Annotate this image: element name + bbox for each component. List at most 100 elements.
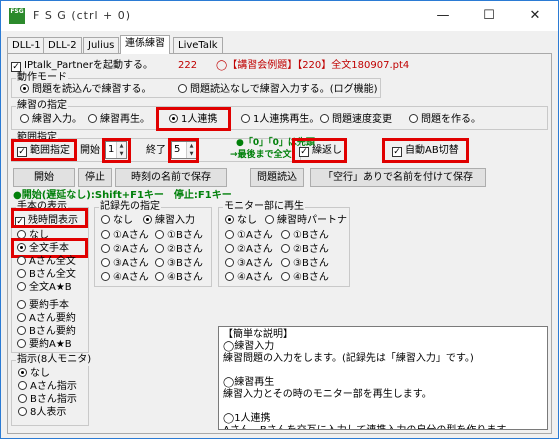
close-button[interactable]: ✕: [512, 1, 558, 31]
record-practice-label: 練習入力: [155, 215, 195, 226]
record-b4-radio[interactable]: ④Bさん: [155, 272, 203, 284]
mode-no-problem-label: 問題読込なしで練習入力する。(ログ機能): [190, 84, 378, 95]
record-a4-label: ④Aさん: [113, 272, 149, 283]
record-b2-radio[interactable]: ②Bさん: [155, 244, 203, 256]
record-a3-radio[interactable]: ③Aさん: [101, 258, 149, 270]
iptalk-partner-label: IPtalk_Partnerを起動する。: [24, 60, 153, 71]
manual-a-full-radio[interactable]: Aさん全文: [17, 256, 76, 268]
indicator-b-radio[interactable]: Bさん指示: [18, 394, 77, 406]
monitor-none-radio[interactable]: なし: [225, 215, 257, 227]
record-a1-radio[interactable]: ①Aさん: [101, 230, 149, 242]
practice-input-radio[interactable]: 練習入力。: [20, 114, 82, 126]
make-problem-radio[interactable]: 問題を作る。: [409, 114, 481, 126]
monitor-b1-label: ①Bさん: [293, 230, 329, 241]
monitor-none-label: なし: [237, 215, 257, 226]
manual-summary-ab-radio[interactable]: 要約A★B: [17, 339, 72, 351]
record-none-radio[interactable]: なし: [101, 215, 133, 227]
radio-dot: [101, 230, 110, 239]
radio-dot: [225, 272, 234, 281]
monitor-b4-radio[interactable]: ④Bさん: [281, 272, 329, 284]
range-start-stepper[interactable]: 1 ▲ ▼: [105, 141, 127, 159]
radio-dot: [17, 326, 26, 335]
repeat-label: 繰返し: [312, 145, 342, 156]
radio-dot: [155, 272, 164, 281]
monitor-a4-radio[interactable]: ④Aさん: [225, 272, 273, 284]
solo-link-radio[interactable]: 1人連携: [169, 114, 217, 126]
record-a2-radio[interactable]: ②Aさん: [101, 244, 149, 256]
manual-summary-radio[interactable]: 要約手本: [17, 300, 69, 312]
description-textbox[interactable]: 【簡単な説明】 ◯練習入力 練習問題の入力をします。(記録先は「練習入力」です。…: [218, 326, 548, 430]
range-checkbox[interactable]: ✓ 範囲指定: [17, 145, 70, 157]
radio-dot: [169, 114, 178, 123]
tab-julius[interactable]: Julius: [83, 37, 120, 53]
manual-full-ab-radio[interactable]: 全文A★B: [17, 282, 72, 294]
auto-ab-checkbox[interactable]: ✓ 自動AB切替: [392, 145, 459, 157]
radio-dot: [17, 256, 26, 265]
speed-change-radio[interactable]: 問題速度変更: [320, 114, 392, 126]
range-end-stepper[interactable]: 5 ▲ ▼: [171, 141, 197, 159]
repeat-checkbox[interactable]: ✓ 繰返し: [299, 145, 342, 157]
radio-dot: [225, 230, 234, 239]
monitor-b3-radio[interactable]: ③Bさん: [281, 258, 329, 270]
mode-load-problem-label: 問題を読込んで練習する。: [32, 84, 152, 95]
tab-dll-2[interactable]: DLL-2: [43, 37, 82, 53]
minimize-button[interactable]: —: [420, 1, 466, 31]
indicator-8-radio[interactable]: 8人表示: [18, 407, 66, 419]
manual-full-radio[interactable]: 全文手本: [17, 243, 69, 255]
indicator-a-radio[interactable]: Aさん指示: [18, 381, 77, 393]
manual-b-full-radio[interactable]: Bさん全文: [17, 269, 76, 281]
mode-load-problem-radio[interactable]: 問題を読込んで練習する。: [20, 84, 152, 96]
iptalk-partner-checkbox[interactable]: ✓ IPtalk_Partnerを起動する。: [11, 60, 153, 72]
monitor-b4-label: ④Bさん: [293, 272, 329, 283]
maximize-button[interactable]: ☐: [466, 1, 512, 31]
record-a2-label: ②Aさん: [113, 244, 149, 255]
record-practice-radio[interactable]: 練習入力: [143, 215, 195, 227]
checkbox-box: ✓: [299, 147, 309, 157]
monitor-a3-radio[interactable]: ③Aさん: [225, 258, 273, 270]
radio-dot: [225, 215, 234, 224]
practice-replay-radio[interactable]: 練習再生。: [88, 114, 150, 126]
monitor-partner-radio[interactable]: 練習時パートナ: [265, 215, 347, 227]
record-target-group: 記録先の指定 なし 練習入力 ①Aさん ①Bさん ②Aさん ②Bさん ③Aさん …: [94, 201, 212, 287]
load-problem-button[interactable]: 問題読込: [250, 168, 304, 187]
manual-group-title: 手本の表示: [16, 201, 68, 213]
indicator-none-radio[interactable]: なし: [18, 368, 50, 380]
monitor-b2-label: ②Bさん: [293, 244, 329, 255]
manual-b-summary-label: Bさん要約: [29, 326, 76, 337]
manual-none-radio[interactable]: なし: [17, 230, 49, 242]
solo-link-replay-radio[interactable]: 1人連携再生。: [241, 114, 319, 126]
app-window: FSG F S G (ctrl + 0) — ☐ ✕ DLL-1 DLL-2 J…: [0, 0, 559, 439]
record-b1-radio[interactable]: ①Bさん: [155, 230, 203, 242]
record-b3-radio[interactable]: ③Bさん: [155, 258, 203, 270]
app-logo-icon: FSG: [9, 8, 25, 24]
remaining-time-checkbox[interactable]: ✓ 残時間表示: [15, 215, 78, 227]
record-none-label: なし: [113, 215, 133, 226]
mode-no-problem-radio[interactable]: 問題読込なしで練習入力する。(ログ機能): [178, 84, 378, 96]
record-a4-radio[interactable]: ④Aさん: [101, 272, 149, 284]
tab-linked-practice[interactable]: 連係練習: [120, 35, 170, 54]
checkbox-box: ✓: [17, 147, 27, 157]
spin-arrows-icon[interactable]: ▲ ▼: [186, 142, 196, 158]
title-bar[interactable]: FSG F S G (ctrl + 0) — ☐ ✕: [1, 1, 558, 31]
manual-summary-label: 要約手本: [29, 300, 69, 311]
tab-dll-1[interactable]: DLL-1: [7, 37, 46, 53]
range-end-value: 5: [174, 144, 181, 155]
radio-dot: [17, 339, 26, 348]
start-button[interactable]: 開始: [13, 168, 75, 187]
save-with-time-button[interactable]: 時刻の名前で保存: [115, 168, 227, 187]
manual-b-summary-radio[interactable]: Bさん要約: [17, 326, 76, 338]
tab-livetalk[interactable]: LiveTalk: [173, 37, 223, 53]
stop-button[interactable]: 停止: [78, 168, 112, 187]
monitor-a1-radio[interactable]: ①Aさん: [225, 230, 273, 242]
monitor-a2-radio[interactable]: ②Aさん: [225, 244, 273, 256]
manual-a-summary-radio[interactable]: Aさん要約: [17, 313, 76, 325]
radio-dot: [281, 258, 290, 267]
speed-change-label: 問題速度変更: [332, 114, 392, 125]
monitor-b2-radio[interactable]: ②Bさん: [281, 244, 329, 256]
monitor-b1-radio[interactable]: ①Bさん: [281, 230, 329, 242]
save-as-with-blank-button[interactable]: 「空行」ありで名前を付けて保存: [310, 168, 486, 187]
radio-dot: [17, 300, 26, 309]
range-checkbox-label: 範囲指定: [30, 145, 70, 156]
spin-arrows-icon[interactable]: ▲ ▼: [116, 142, 126, 158]
radio-dot: [20, 114, 29, 123]
